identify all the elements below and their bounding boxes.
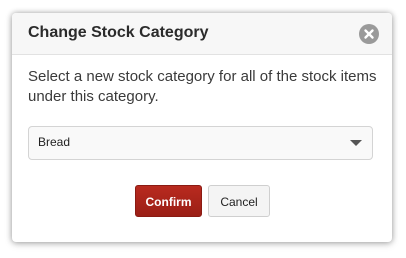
close-icon <box>364 29 374 39</box>
close-button[interactable] <box>359 24 379 44</box>
dialog-message: Select a new stock category for all of t… <box>28 68 377 105</box>
selected-category: Bread <box>38 135 71 149</box>
change-stock-category-dialog: Change Stock Category Select a new stock… <box>12 13 392 242</box>
cancel-button[interactable]: Cancel <box>208 185 270 217</box>
chevron-down-icon <box>350 140 362 146</box>
dialog-header: Change Stock Category <box>12 13 392 55</box>
confirm-button[interactable]: Confirm <box>135 185 202 217</box>
stock-category-select[interactable]: Bread <box>28 126 373 160</box>
dialog-title: Change Stock Category <box>28 24 209 41</box>
